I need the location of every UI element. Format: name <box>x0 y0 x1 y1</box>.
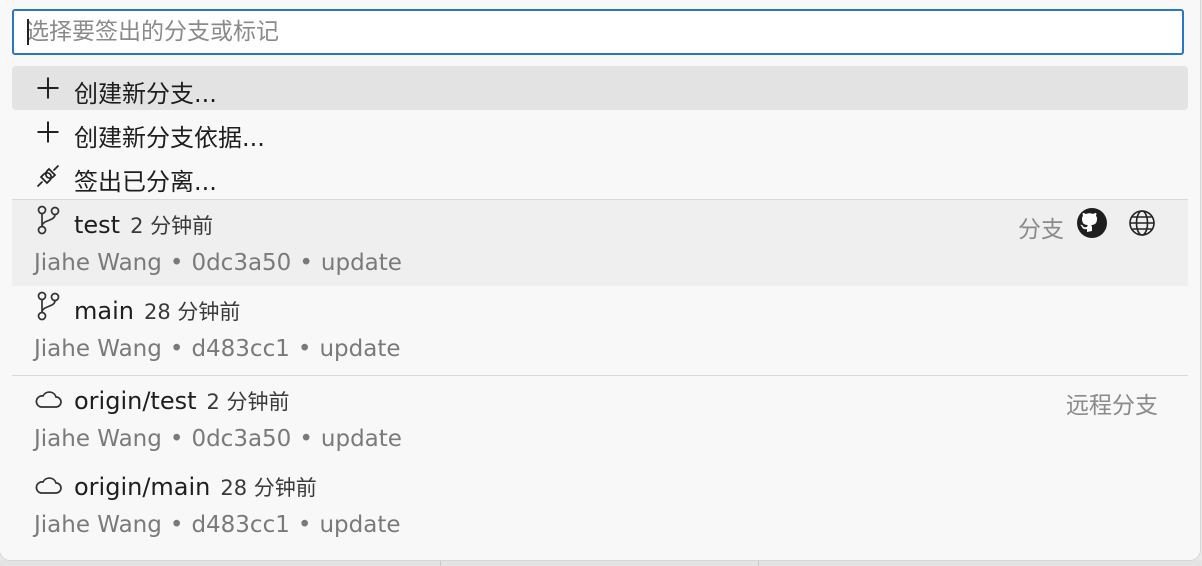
git-branch-icon <box>34 205 62 235</box>
branch-name: main <box>74 297 134 325</box>
branch-detail: Jiahe Wang • 0dc3a50 • update <box>34 426 402 452</box>
search-box[interactable] <box>12 9 1184 55</box>
branch-name: test <box>74 211 121 239</box>
globe-icon[interactable] <box>1126 207 1158 239</box>
branch-name: origin/main <box>74 473 211 501</box>
plus-icon <box>34 74 62 102</box>
action-label: 创建新分支依据... <box>74 124 265 152</box>
bullet: • <box>297 336 312 362</box>
branch-name: origin/test <box>74 387 197 415</box>
commit-hash: 0dc3a50 <box>191 426 292 452</box>
search-input[interactable] <box>26 19 1182 45</box>
branch-time: 28 分钟前 <box>143 300 241 324</box>
branch-kind: 分支 <box>1018 217 1064 243</box>
branch-item-main[interactable]: main 28 分钟前 Jiahe Wang • d483cc1 • update <box>12 286 1188 374</box>
branch-detail: Jiahe Wang • d483cc1 • update <box>34 512 401 538</box>
branch-kind: 远程分支 <box>1066 393 1158 419</box>
branch-time: 2 分钟前 <box>206 390 290 414</box>
commit-hash: d483cc1 <box>191 512 290 538</box>
author: Jiahe Wang <box>34 512 162 538</box>
author: Jiahe Wang <box>34 426 162 452</box>
branch-title: origin/main 28 分钟前 <box>74 472 317 502</box>
cloud-icon <box>34 471 62 499</box>
commit-hash: 0dc3a50 <box>191 250 292 276</box>
action-create-branch[interactable]: 创建新分支... <box>12 66 1188 110</box>
cloud-icon <box>34 385 62 413</box>
github-icon[interactable] <box>1076 207 1108 239</box>
bullet: • <box>169 250 184 276</box>
bullet: • <box>169 512 184 538</box>
commit-message: update <box>320 250 402 276</box>
git-branch-icon <box>34 291 62 321</box>
background-strip <box>0 560 1202 566</box>
branch-title: test 2 分钟前 <box>74 210 213 240</box>
bullet: • <box>297 512 312 538</box>
action-label: 签出已分离... <box>74 168 217 196</box>
branch-time: 28 分钟前 <box>220 476 317 500</box>
action-label: 创建新分支... <box>74 80 217 108</box>
author: Jiahe Wang <box>34 250 162 276</box>
branch-detail: Jiahe Wang • 0dc3a50 • update <box>34 250 402 276</box>
bullet: • <box>299 250 313 276</box>
plug-icon <box>34 162 62 190</box>
commit-message: update <box>319 336 401 362</box>
text-caret <box>27 19 29 45</box>
quick-pick-panel: 创建新分支... 创建新分支依据... 签出已分离... test2 <box>0 0 1200 560</box>
branch-title: main 28 分钟前 <box>74 296 240 326</box>
divider <box>440 560 441 566</box>
commit-hash: d483cc1 <box>191 336 290 362</box>
branch-title: origin/test 2 分钟前 <box>74 386 290 416</box>
plus-icon <box>34 118 62 146</box>
branch-item-test[interactable]: test 2 分钟前 Jiahe Wang • 0dc3a50 • update 分支 <box>12 200 1188 286</box>
bullet: • <box>299 426 313 452</box>
commit-message: update <box>320 426 402 452</box>
action-create-branch-from[interactable]: 创建新分支依据... <box>12 110 1188 154</box>
bullet: • <box>169 336 184 362</box>
commit-message: update <box>319 512 401 538</box>
branch-time: 2 分钟前 <box>130 214 214 238</box>
branch-detail: Jiahe Wang • d483cc1 • update <box>34 336 401 362</box>
divider <box>758 560 759 566</box>
remote-branch-item-origin-main[interactable]: origin/main 28 分钟前 Jiahe Wang • d483cc1 • upd… <box>12 462 1188 548</box>
remote-branch-item-origin-test[interactable]: origin/test 2 分钟前 Jiahe Wang • 0dc3a50 • upda… <box>12 376 1188 462</box>
author: Jiahe Wang <box>34 336 162 362</box>
bullet: • <box>169 426 184 452</box>
action-checkout-detached[interactable]: 签出已分离... <box>12 154 1188 198</box>
